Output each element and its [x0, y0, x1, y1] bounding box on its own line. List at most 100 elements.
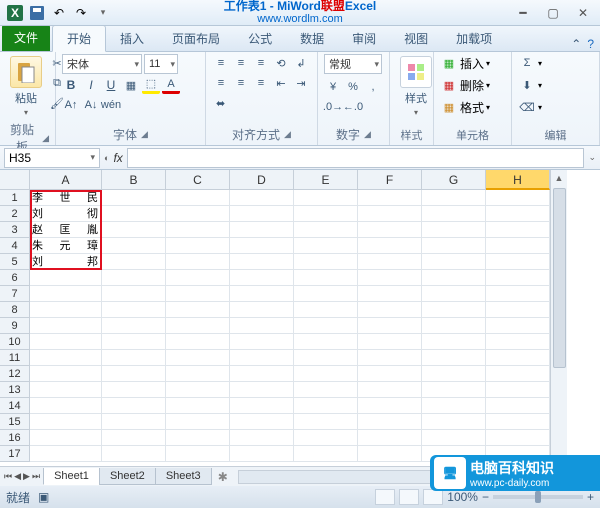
formula-input[interactable]	[127, 148, 585, 168]
cell-G3[interactable]	[422, 222, 486, 238]
cell-C10[interactable]	[166, 334, 230, 350]
cell-F12[interactable]	[358, 366, 422, 382]
row-header-2[interactable]: 2	[0, 206, 30, 222]
merge-center-button[interactable]: ⬌	[212, 94, 229, 112]
cell-E13[interactable]	[294, 382, 358, 398]
prev-sheet-icon[interactable]: ◀	[14, 471, 21, 482]
cell-E16[interactable]	[294, 430, 358, 446]
autosum-icon[interactable]: Σ	[518, 54, 536, 72]
cell-B6[interactable]	[102, 270, 166, 286]
align-center-icon[interactable]: ≡	[232, 74, 250, 92]
macro-record-icon[interactable]: ▣	[38, 490, 49, 504]
cell-G6[interactable]	[422, 270, 486, 286]
row-header-10[interactable]: 10	[0, 334, 30, 350]
minimize-icon[interactable]: ━	[512, 6, 534, 20]
cell-F5[interactable]	[358, 254, 422, 270]
column-header-G[interactable]: G	[422, 170, 486, 190]
cell-B5[interactable]	[102, 254, 166, 270]
select-all-corner[interactable]	[0, 170, 30, 190]
scroll-up-icon[interactable]: ▲	[551, 170, 567, 186]
cell-B9[interactable]	[102, 318, 166, 334]
new-sheet-icon[interactable]: ✱	[212, 470, 234, 484]
fill-icon[interactable]: ⬇	[518, 76, 536, 94]
phonetic-icon[interactable]: wén	[102, 96, 120, 114]
cell-A3[interactable]: 赵匡胤	[30, 222, 102, 238]
cell-C16[interactable]	[166, 430, 230, 446]
page-layout-view-icon[interactable]	[399, 489, 419, 505]
cell-G1[interactable]	[422, 190, 486, 206]
cell-F14[interactable]	[358, 398, 422, 414]
cell-E3[interactable]	[294, 222, 358, 238]
row-header-1[interactable]: 1	[0, 190, 30, 206]
row-header-3[interactable]: 3	[0, 222, 30, 238]
cell-F16[interactable]	[358, 430, 422, 446]
zoom-in-icon[interactable]: +	[587, 490, 594, 504]
cell-G13[interactable]	[422, 382, 486, 398]
cell-F15[interactable]	[358, 414, 422, 430]
cell-E4[interactable]	[294, 238, 358, 254]
cell-D15[interactable]	[230, 414, 294, 430]
cell-H13[interactable]	[486, 382, 550, 398]
cell-grid[interactable]: 李世民刘彻赵匡胤朱元璋刘邦	[30, 190, 550, 462]
cell-E12[interactable]	[294, 366, 358, 382]
cell-A5[interactable]: 刘邦	[30, 254, 102, 270]
comma-icon[interactable]: ,	[364, 78, 382, 96]
cell-B17[interactable]	[102, 446, 166, 462]
cell-F7[interactable]	[358, 286, 422, 302]
cell-B15[interactable]	[102, 414, 166, 430]
cell-D8[interactable]	[230, 302, 294, 318]
paste-button[interactable]: 粘贴 ▾	[6, 54, 46, 119]
qat-dropdown-icon[interactable]: ▾	[94, 4, 112, 22]
cell-C5[interactable]	[166, 254, 230, 270]
row-header-14[interactable]: 14	[0, 398, 30, 414]
cell-B12[interactable]	[102, 366, 166, 382]
cell-A7[interactable]	[30, 286, 102, 302]
increase-decimal-icon[interactable]: .0→	[324, 98, 342, 116]
cell-B2[interactable]	[102, 206, 166, 222]
align-top-icon[interactable]: ≡	[212, 54, 230, 72]
last-sheet-icon[interactable]: ⏭	[32, 471, 40, 482]
cell-A16[interactable]	[30, 430, 102, 446]
sheet-tab-2[interactable]: Sheet2	[99, 468, 156, 485]
column-header-C[interactable]: C	[166, 170, 230, 190]
cell-D17[interactable]	[230, 446, 294, 462]
fill-color-button[interactable]: ⬚	[142, 76, 160, 94]
cell-H5[interactable]	[486, 254, 550, 270]
cell-C9[interactable]	[166, 318, 230, 334]
cell-B7[interactable]	[102, 286, 166, 302]
first-sheet-icon[interactable]: ⏮	[4, 471, 12, 482]
cell-G7[interactable]	[422, 286, 486, 302]
cell-A12[interactable]	[30, 366, 102, 382]
cell-C8[interactable]	[166, 302, 230, 318]
fx-icon[interactable]: fx	[113, 151, 122, 165]
cell-H10[interactable]	[486, 334, 550, 350]
cell-A17[interactable]	[30, 446, 102, 462]
cell-H14[interactable]	[486, 398, 550, 414]
cell-H15[interactable]	[486, 414, 550, 430]
cell-F11[interactable]	[358, 350, 422, 366]
column-header-H[interactable]: H	[486, 170, 550, 190]
shrink-font-icon[interactable]: A↓	[82, 96, 100, 114]
cell-D7[interactable]	[230, 286, 294, 302]
row-header-8[interactable]: 8	[0, 302, 30, 318]
cell-G5[interactable]	[422, 254, 486, 270]
cell-G16[interactable]	[422, 430, 486, 446]
cell-A11[interactable]	[30, 350, 102, 366]
cell-D10[interactable]	[230, 334, 294, 350]
cell-B11[interactable]	[102, 350, 166, 366]
cell-H9[interactable]	[486, 318, 550, 334]
dialog-launcher-icon[interactable]: ◢	[364, 129, 371, 140]
cell-E2[interactable]	[294, 206, 358, 222]
cell-D13[interactable]	[230, 382, 294, 398]
delete-cells-button[interactable]: ▦删除▾	[440, 76, 490, 94]
cell-D1[interactable]	[230, 190, 294, 206]
row-header-12[interactable]: 12	[0, 366, 30, 382]
cell-E11[interactable]	[294, 350, 358, 366]
orientation-icon[interactable]: ⟲	[272, 54, 290, 72]
cell-G15[interactable]	[422, 414, 486, 430]
font-size-combo[interactable]: 11	[144, 54, 178, 74]
cell-C12[interactable]	[166, 366, 230, 382]
align-bottom-icon[interactable]: ≡	[252, 54, 270, 72]
row-header-15[interactable]: 15	[0, 414, 30, 430]
cell-H12[interactable]	[486, 366, 550, 382]
